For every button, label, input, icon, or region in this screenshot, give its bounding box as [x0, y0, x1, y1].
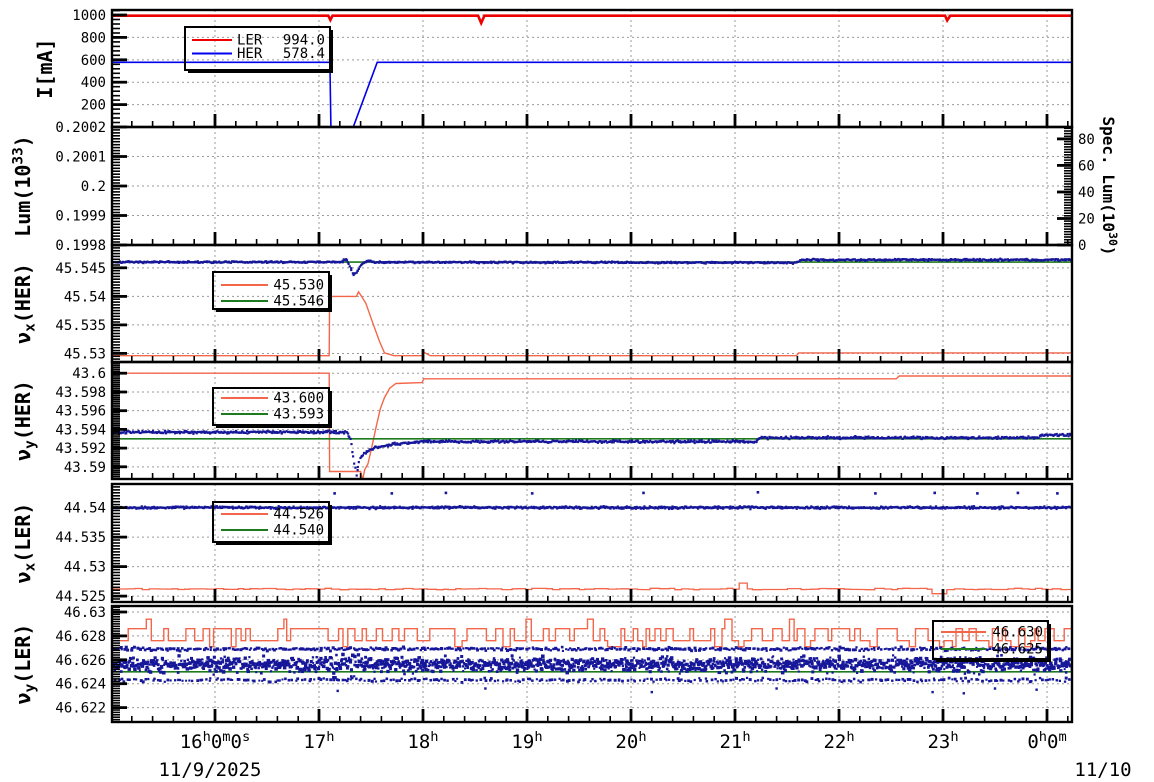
- y-tick-label: 0.2002: [55, 120, 106, 136]
- y-tick-label: 43.598: [55, 385, 106, 401]
- right-tick-label: 80: [1078, 132, 1095, 148]
- legend-series-value: 46.630: [992, 625, 1043, 641]
- y-tick-label: 0.2: [81, 179, 106, 195]
- y-tick-label: 44.535: [55, 530, 106, 546]
- y-tick-label: 44.53: [64, 560, 106, 576]
- y-tick-label: 46.626: [55, 653, 106, 669]
- tune-history-figure: 200 400 600 800 1000 I[mA] LER 994.0 HER 578.4 0.1…: [0, 0, 1154, 782]
- y-tick-label: 45.545: [55, 261, 106, 277]
- y-tick-label: 46.624: [55, 677, 106, 693]
- y-tick-label: 400: [81, 75, 106, 91]
- y-tick-label: 1000: [72, 8, 106, 24]
- y-tick-label: 600: [81, 53, 106, 69]
- y-tick-label: 200: [81, 98, 106, 114]
- y-tick-label: 46.628: [55, 629, 106, 645]
- y-tick-label: 44.525: [55, 589, 106, 605]
- legend-series-value: 45.530: [273, 278, 324, 294]
- legend-series-value: 578.4: [283, 46, 325, 62]
- y-axis-label: I[mA]: [33, 38, 57, 98]
- legend-series-value: 44.540: [273, 523, 324, 539]
- strip-chart: 2004006008001000I[mA] LER 994.0HER 578.40.1…: [0, 0, 1154, 782]
- y-tick-label: 46.622: [55, 701, 106, 717]
- y-tick-label: 43.596: [55, 404, 106, 420]
- y-tick-label: 45.53: [64, 346, 106, 362]
- y-tick-label: 43.6: [72, 366, 106, 382]
- legend-series-value: 45.546: [273, 294, 324, 310]
- y-tick-label: 0.2001: [55, 150, 106, 166]
- y-tick-label: 0.1999: [55, 209, 106, 225]
- right-tick-label: 20: [1078, 211, 1095, 227]
- y-tick-label: 45.535: [55, 318, 106, 334]
- date-label-right: 11/10: [1074, 759, 1131, 781]
- right-tick-label: 0: [1078, 238, 1086, 254]
- y-tick-label: 46.63: [64, 605, 106, 621]
- y-tick-label: 44.54: [64, 501, 106, 517]
- y-tick-label: 43.59: [64, 460, 106, 476]
- date-label-left: 11/9/2025: [158, 759, 261, 781]
- legend-series-value: 43.593: [273, 407, 324, 423]
- legend-series-value: 46.625: [992, 642, 1043, 658]
- legend-series-value: 44.526: [273, 507, 324, 523]
- right-tick-label: 60: [1078, 158, 1095, 174]
- y-tick-label: 800: [81, 30, 106, 46]
- y-tick-label: 45.54: [64, 289, 106, 305]
- right-tick-label: 40: [1078, 185, 1095, 201]
- y-tick-label: 43.592: [55, 441, 106, 457]
- legend-series-name: HER: [237, 46, 263, 62]
- legend-series-value: 43.600: [273, 391, 324, 407]
- x-tick-label: 16h0m0s: [180, 729, 251, 753]
- y-tick-label: 0.1998: [55, 238, 106, 254]
- y-tick-label: 43.594: [55, 422, 106, 438]
